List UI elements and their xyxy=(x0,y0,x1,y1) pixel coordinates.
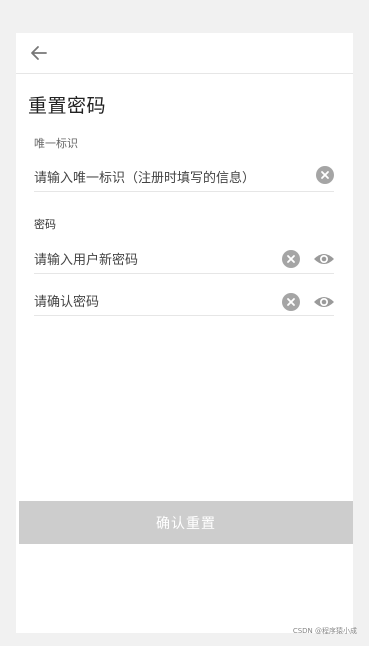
show-password-icon[interactable] xyxy=(313,294,335,310)
phone-screen: 重置密码 唯一标识 请输入唯一标识（注册时填写的信息） 密码 请输入用户新密码 … xyxy=(16,33,353,633)
clear-icon[interactable] xyxy=(316,166,334,184)
confirm-reset-button[interactable]: 确认重置 xyxy=(19,501,353,544)
new-password-placeholder: 请输入用户新密码 xyxy=(34,253,139,268)
show-password-icon[interactable] xyxy=(313,251,335,267)
unique-id-placeholder: 请输入唯一标识（注册时填写的信息） xyxy=(34,171,256,186)
page-title: 重置密码 xyxy=(28,95,107,117)
new-password-field[interactable]: 请输入用户新密码 xyxy=(34,241,334,274)
back-arrow-icon[interactable] xyxy=(28,43,50,63)
password-label: 密码 xyxy=(34,218,56,231)
unique-id-field[interactable]: 请输入唯一标识（注册时填写的信息） xyxy=(34,159,334,192)
clear-icon[interactable] xyxy=(282,293,300,311)
clear-icon[interactable] xyxy=(282,250,300,268)
confirm-password-placeholder: 请确认密码 xyxy=(34,295,100,310)
watermark: CSDN @程序猿小成 xyxy=(292,627,357,635)
confirm-password-field[interactable]: 请确认密码 xyxy=(34,283,334,316)
top-bar xyxy=(16,33,353,74)
unique-id-label: 唯一标识 xyxy=(34,137,78,150)
